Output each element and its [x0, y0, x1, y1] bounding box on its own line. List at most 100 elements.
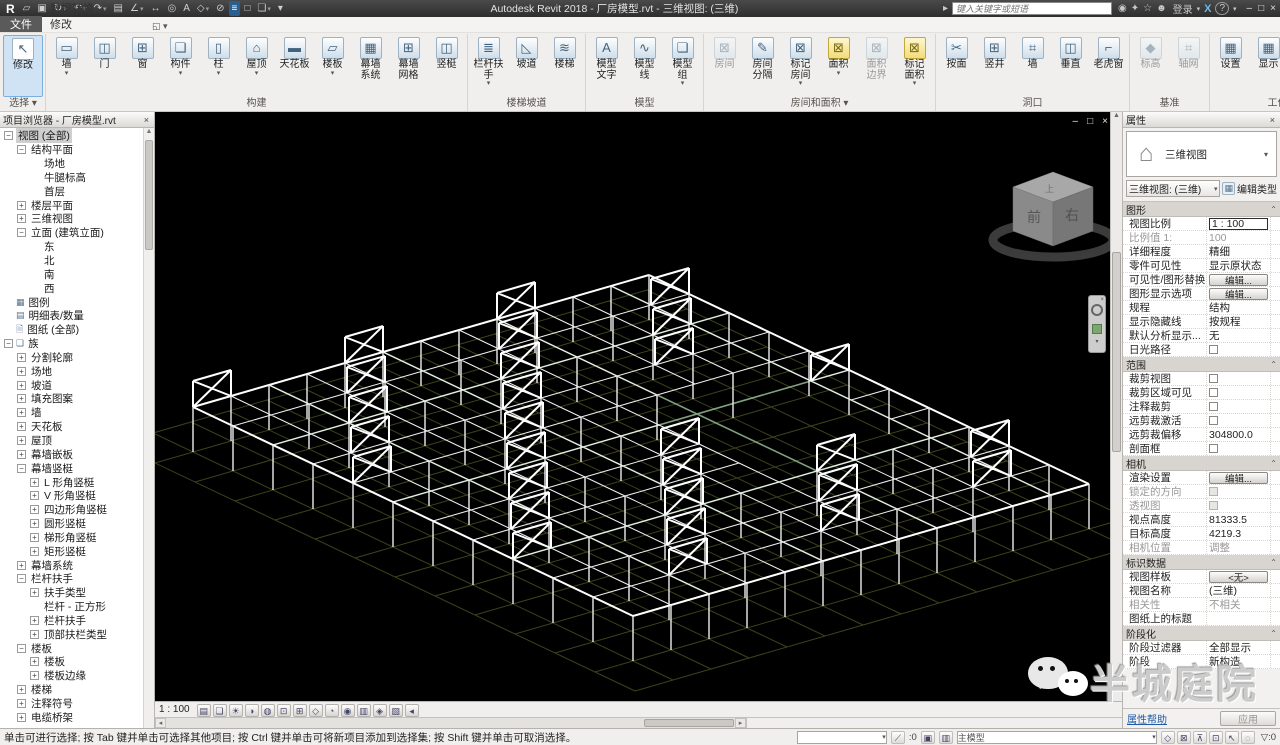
drag-on-selection-toggle[interactable]: ↖: [1225, 731, 1239, 744]
tree-item[interactable]: −楼板: [0, 641, 154, 655]
ribbon-button-floor[interactable]: ▱楼板▾: [314, 35, 351, 77]
type-selector-dropdown-icon[interactable]: ▾: [1264, 150, 1276, 159]
property-section-header[interactable]: 标识数据⌃: [1123, 555, 1280, 570]
tree-item[interactable]: −栏杆扶手: [0, 572, 154, 586]
tree-item[interactable]: +幕墙嵌板: [0, 447, 154, 461]
value-input[interactable]: 1 : 100: [1209, 218, 1268, 230]
expand-icon[interactable]: +: [30, 547, 39, 556]
show-analytical-model-icon[interactable]: ◈: [373, 704, 387, 717]
close-button[interactable]: ×: [1270, 3, 1276, 14]
tree-item[interactable]: 南: [0, 267, 154, 281]
steering-wheel-icon[interactable]: [1091, 304, 1103, 316]
property-value[interactable]: [1207, 499, 1271, 512]
collapse-icon[interactable]: −: [17, 228, 26, 237]
property-value[interactable]: 结构: [1207, 301, 1271, 314]
panel-display-toggle[interactable]: ◱ ▾: [152, 21, 168, 32]
tree-item[interactable]: 牛腿标高: [0, 171, 154, 185]
expand-icon[interactable]: +: [30, 478, 39, 487]
tree-item[interactable]: +楼板边缘: [0, 669, 154, 683]
switch-windows-icon[interactable]: ❏▾: [254, 1, 273, 16]
property-value[interactable]: <无>: [1207, 570, 1271, 583]
checkbox[interactable]: [1209, 388, 1218, 397]
hscroll-thumb[interactable]: [644, 719, 734, 727]
favorites-icon[interactable]: ☆: [1143, 3, 1152, 14]
expand-icon[interactable]: +: [17, 381, 26, 390]
ribbon-button-area[interactable]: ⊠面积▾: [820, 35, 857, 77]
temporary-hide-isolate-icon[interactable]: ◔: [325, 704, 339, 717]
tree-item[interactable]: −视图 (全部): [0, 129, 154, 143]
tree-item[interactable]: −结构平面: [0, 143, 154, 157]
tree-item[interactable]: −立面 (建筑立面): [0, 226, 154, 240]
edit-button[interactable]: <无>: [1209, 571, 1268, 583]
ribbon-button-by-face[interactable]: ✂按面: [938, 35, 975, 71]
tree-item[interactable]: +L 形角竖梃: [0, 475, 154, 489]
expand-icon[interactable]: +: [30, 588, 39, 597]
tree-item[interactable]: +三维视图: [0, 212, 154, 226]
detail-level-icon[interactable]: ▤: [197, 704, 211, 717]
property-value[interactable]: [1207, 386, 1271, 399]
ribbon-button-vertical-opening[interactable]: ◫垂直: [1052, 35, 1089, 71]
tree-item[interactable]: +V 形角竖梃: [0, 489, 154, 503]
property-value[interactable]: 100: [1207, 231, 1271, 244]
expand-icon[interactable]: +: [17, 685, 26, 694]
view-expand-icon[interactable]: ◂: [405, 704, 419, 717]
tree-item[interactable]: ▦图例: [0, 295, 154, 309]
ribbon-button-model-group[interactable]: ❏模型 组▾: [664, 35, 701, 87]
view-restore-button[interactable]: □: [1087, 116, 1093, 127]
property-value[interactable]: 编辑...: [1207, 471, 1271, 484]
expand-icon[interactable]: +: [17, 201, 26, 210]
properties-close-icon[interactable]: ×: [1268, 115, 1277, 125]
edit-requests-icon[interactable]: ▣: [921, 731, 935, 744]
close-hidden-windows-icon[interactable]: □: [241, 1, 253, 16]
communication-center-icon[interactable]: ✦: [1131, 3, 1139, 14]
navigation-bar[interactable]: × ▾: [1088, 295, 1106, 353]
ribbon-button-wall-opening[interactable]: ⌗墙: [1014, 35, 1051, 71]
tree-item[interactable]: +分割轮廓: [0, 351, 154, 365]
select-underlay-toggle[interactable]: ⊠: [1177, 731, 1191, 744]
tree-item[interactable]: +墙: [0, 406, 154, 420]
visual-style-icon[interactable]: ❏: [213, 704, 227, 717]
ribbon-button-column[interactable]: ▯柱▾: [200, 35, 237, 77]
tree-item[interactable]: +电缆桥架: [0, 710, 154, 724]
customize-qat-icon[interactable]: ▾: [275, 1, 286, 16]
property-value[interactable]: 不相关: [1207, 598, 1271, 611]
property-value[interactable]: 显示原状态: [1207, 259, 1271, 272]
section-icon[interactable]: ⊘: [213, 1, 227, 16]
ribbon-button-room-separator[interactable]: ✎房间 分隔: [744, 35, 781, 81]
checkbox[interactable]: [1209, 374, 1218, 383]
unlocked-3d-view-icon[interactable]: ◇: [309, 704, 323, 717]
tree-item[interactable]: −幕墙竖梃: [0, 461, 154, 475]
crop-view-icon[interactable]: ⊡: [277, 704, 291, 717]
design-options-icon[interactable]: ⟋: [891, 731, 905, 744]
tree-item[interactable]: +栏杆扶手: [0, 614, 154, 628]
property-section-header[interactable]: 阶段化⌃: [1123, 626, 1280, 641]
checkbox[interactable]: [1209, 416, 1218, 425]
sun-path-icon[interactable]: ☀: [229, 704, 243, 717]
expand-icon[interactable]: +: [17, 422, 26, 431]
expand-icon[interactable]: +: [30, 533, 39, 542]
property-value[interactable]: [1207, 485, 1271, 498]
filter-icon[interactable]: ▽:0: [1261, 732, 1276, 743]
property-value[interactable]: [1207, 414, 1271, 427]
expand-icon[interactable]: +: [30, 657, 39, 666]
view-minimize-button[interactable]: –: [1073, 116, 1079, 127]
expand-icon[interactable]: +: [17, 394, 26, 403]
select-by-face-toggle[interactable]: ⊡: [1209, 731, 1223, 744]
tag-icon[interactable]: ◎: [164, 1, 179, 16]
tree-item[interactable]: +圆形竖梃: [0, 517, 154, 531]
expand-icon[interactable]: +: [17, 367, 26, 376]
property-section-header[interactable]: 相机⌃: [1123, 456, 1280, 471]
minimize-button[interactable]: –: [1247, 3, 1253, 14]
property-value[interactable]: [1207, 400, 1271, 413]
ribbon-button-curtain-grid[interactable]: ⊞幕墙 网格: [390, 35, 427, 81]
worksharing-display-icon[interactable]: ▧: [389, 704, 403, 717]
zoom-tool-icon[interactable]: [1092, 324, 1102, 334]
view-scale-button[interactable]: 1 : 100: [159, 704, 190, 715]
ribbon-button-railing[interactable]: ≣栏杆扶手▾: [470, 35, 507, 87]
navbar-close-icon[interactable]: ×: [1100, 297, 1104, 303]
signin-label[interactable]: 登录: [1173, 1, 1193, 16]
drawing-area-3d-view[interactable]: 前右上 –□× × ▾ ▲: [155, 112, 1122, 701]
ribbon-button-dormer[interactable]: ⌐老虎窗: [1090, 35, 1127, 71]
default-3d-view-icon[interactable]: ◇▾: [194, 1, 212, 16]
tree-item[interactable]: ▤明细表/数量: [0, 309, 154, 323]
